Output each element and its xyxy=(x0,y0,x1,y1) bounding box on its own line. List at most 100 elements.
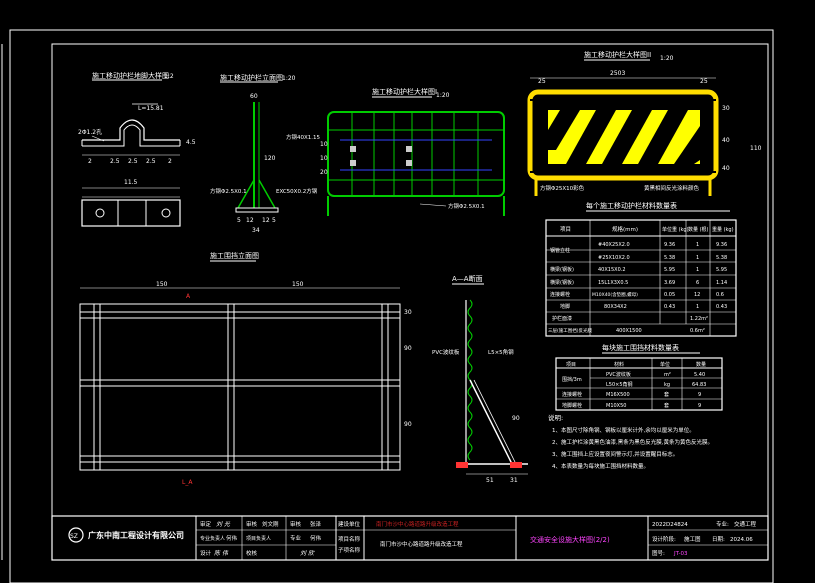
note-3: 3、施工围挡上应设置夜间警示灯,并设置醒目标志。 xyxy=(552,450,678,458)
svg-text:刘 欣: 刘 欣 xyxy=(300,549,315,557)
svg-text:刘 光: 刘 光 xyxy=(216,520,231,528)
svg-text:PVC波纹板: PVC波纹板 xyxy=(606,371,631,378)
svg-text:子项名称: 子项名称 xyxy=(338,546,361,554)
svg-text:kg: kg xyxy=(664,382,670,388)
svg-text:审定: 审定 xyxy=(200,520,212,528)
section-note2: L5×5角钢 xyxy=(488,348,514,356)
bracket-title: 施工移动护栏地脚大样图 xyxy=(92,71,169,80)
svg-text:M10X50: M10X50 xyxy=(606,403,626,409)
svg-text:5.38: 5.38 xyxy=(716,255,727,261)
svg-text:0.6: 0.6 xyxy=(716,292,724,298)
fence-elevation: 施工围挡立面图 150 150 A 30 90 90 L_A xyxy=(79,251,412,486)
svg-text:150: 150 xyxy=(156,281,168,288)
svg-text:0.05: 0.05 xyxy=(664,292,675,298)
note-4: 4、本表数量为每块施工围挡材料数量。 xyxy=(552,462,649,470)
svg-text:1: 1 xyxy=(696,267,699,273)
svg-text:40: 40 xyxy=(722,137,730,144)
guard2-title: 施工移动护栏大样图II xyxy=(584,50,651,59)
bracket-L-label: L=15.81 xyxy=(138,105,164,112)
guard2-h: 110 xyxy=(750,145,762,152)
svg-text:项目名称: 项目名称 xyxy=(338,535,361,543)
fence-a-top: A xyxy=(186,293,191,300)
svg-text:9.36: 9.36 xyxy=(716,242,727,248)
svg-text:5.95: 5.95 xyxy=(664,267,675,273)
svg-text:项目: 项目 xyxy=(560,226,571,233)
svg-text:M10X40(含垫圈,螺母): M10X40(含垫圈,螺母) xyxy=(592,291,638,298)
svg-text:#40X25X2.0: #40X25X2.0 xyxy=(598,242,630,248)
table2-title: 每块施工围挡材料数量表 xyxy=(602,343,679,352)
svg-text:专业:: 专业: xyxy=(716,520,729,528)
guard-rail-2: 施工移动护栏大样图II 1:20 2503 25 25 110 30 40 40… xyxy=(527,50,762,196)
svg-text:日期:: 日期: xyxy=(712,536,725,543)
note-1: 1、本图尺寸除角钢、钢板以厘米计外,余均以厘米为单位。 xyxy=(552,426,695,434)
svg-text:JT-03: JT-03 xyxy=(673,551,688,557)
svg-text:项目: 项目 xyxy=(566,362,576,368)
svg-text:围挡/3m: 围挡/3m xyxy=(562,376,582,383)
post-title: 施工移动护栏立面图 xyxy=(220,73,283,82)
bracket-detail: 施工移动护栏地脚大样图 1:2 L=15.81 2Φ1.2孔 4.5 2 2.5… xyxy=(78,71,196,227)
svg-text:1.22m²: 1.22m² xyxy=(690,316,708,322)
svg-text:单位: 单位 xyxy=(660,361,670,368)
svg-text:0.6m²: 0.6m² xyxy=(690,328,705,334)
svg-text:连接螺栓: 连接螺栓 xyxy=(550,291,570,298)
svg-text:3.69: 3.69 xyxy=(664,280,675,286)
svg-text:5.40: 5.40 xyxy=(694,372,705,378)
notes: 说明: 1、本图尺寸除角钢、钢板以厘米计外,余均以厘米为单位。 2、施工护栏涂黄… xyxy=(548,413,713,470)
svg-text:2.5: 2.5 xyxy=(146,158,156,165)
svg-text:审核: 审核 xyxy=(290,520,302,528)
svg-text:横梁(钢板): 横梁(钢板) xyxy=(550,279,574,286)
guard2-note2: 黄黑相间反光涂料颜色 xyxy=(644,184,700,192)
svg-text:陈 伟: 陈 伟 xyxy=(214,549,229,557)
post-scale: 1:20 xyxy=(282,75,296,82)
svg-text:地脚螺栓: 地脚螺栓 xyxy=(562,402,582,409)
svg-text:2: 2 xyxy=(88,158,92,165)
project-name-red: 南门市沙中心路道路升级改造工程 xyxy=(376,520,459,528)
fence-title: 施工围挡立面图 xyxy=(210,251,259,260)
svg-text:审核: 审核 xyxy=(246,520,258,528)
svg-text:L50×5角钢: L50×5角钢 xyxy=(606,381,633,388)
svg-text:连接螺栓: 连接螺栓 xyxy=(562,391,582,398)
svg-text:9.36: 9.36 xyxy=(664,242,675,248)
guard2-note1: 方钢Φ25X10彩色 xyxy=(540,184,585,192)
svg-text:套: 套 xyxy=(664,402,669,409)
svg-text:重量 (kg): 重量 (kg) xyxy=(712,226,734,233)
table1-title: 每个施工移动护栏材料数量表 xyxy=(586,201,677,210)
svg-text:2.5: 2.5 xyxy=(110,158,120,165)
section-aa: A—A断面 PVC波纹板 L5×5角钢 90 51 31 xyxy=(432,274,528,484)
svg-text:横梁(钢板): 横梁(钢板) xyxy=(550,266,574,273)
svg-text:80X34X2: 80X34X2 xyxy=(604,304,627,310)
drawing-title: 交通安全设施大样图(2/2) xyxy=(530,535,610,544)
svg-text:25: 25 xyxy=(538,78,546,85)
svg-text:0.43: 0.43 xyxy=(716,304,727,310)
svg-text:#25X10X2.0: #25X10X2.0 xyxy=(598,255,630,261)
post-note1: 方钢Φ2.5X0.1 xyxy=(210,187,247,195)
svg-text:数量: 数量 xyxy=(696,361,706,368)
svg-text:1: 1 xyxy=(696,242,699,248)
svg-text:交通工程: 交通工程 xyxy=(734,520,757,528)
svg-text:40X15X0.2: 40X15X0.2 xyxy=(598,267,626,273)
svg-text:规格(mm): 规格(mm) xyxy=(612,225,638,233)
svg-text:2022D24824: 2022D24824 xyxy=(652,522,688,528)
guard-rail-1: 施工移动护栏大样图I 1:20 方钢40X1.15 方钢Φ2.5X0.1 10 … xyxy=(286,87,505,216)
svg-text:校核: 校核 xyxy=(246,549,258,557)
post-note2: EXC50X0.2方钢 xyxy=(276,187,318,195)
svg-text:20: 20 xyxy=(320,169,328,176)
svg-text:护栏面漆: 护栏面漆 xyxy=(552,315,572,322)
notes-heading: 说明: xyxy=(548,413,563,422)
svg-text:张泽: 张泽 xyxy=(310,520,322,528)
svg-text:设计: 设计 xyxy=(200,549,212,557)
svg-text:专业: 专业 xyxy=(290,534,302,542)
svg-text:钢管立柱: 钢管立柱 xyxy=(550,247,570,254)
material-table-2: 每块施工围挡材料数量表 项目 材料 单位 数量 围挡/3m PVC波纹板 m² … xyxy=(555,343,723,411)
svg-text:何伟: 何伟 xyxy=(310,534,322,542)
svg-text:90: 90 xyxy=(512,415,520,422)
material-table-1: 每个施工移动护栏材料数量表 项目 规格(mm) 单位重 (kg) 数量 (根) … xyxy=(545,201,737,337)
svg-text:专业负责人: 专业负责人 xyxy=(200,535,225,542)
guard1-scale: 1:20 xyxy=(436,92,450,99)
svg-text:0.43: 0.43 xyxy=(664,304,675,310)
svg-text:12: 12 xyxy=(694,292,700,298)
bracket-h-label: 4.5 xyxy=(186,139,196,146)
svg-text:2: 2 xyxy=(168,158,172,165)
svg-text:90: 90 xyxy=(404,345,412,352)
svg-text:建设单位: 建设单位 xyxy=(338,520,361,528)
